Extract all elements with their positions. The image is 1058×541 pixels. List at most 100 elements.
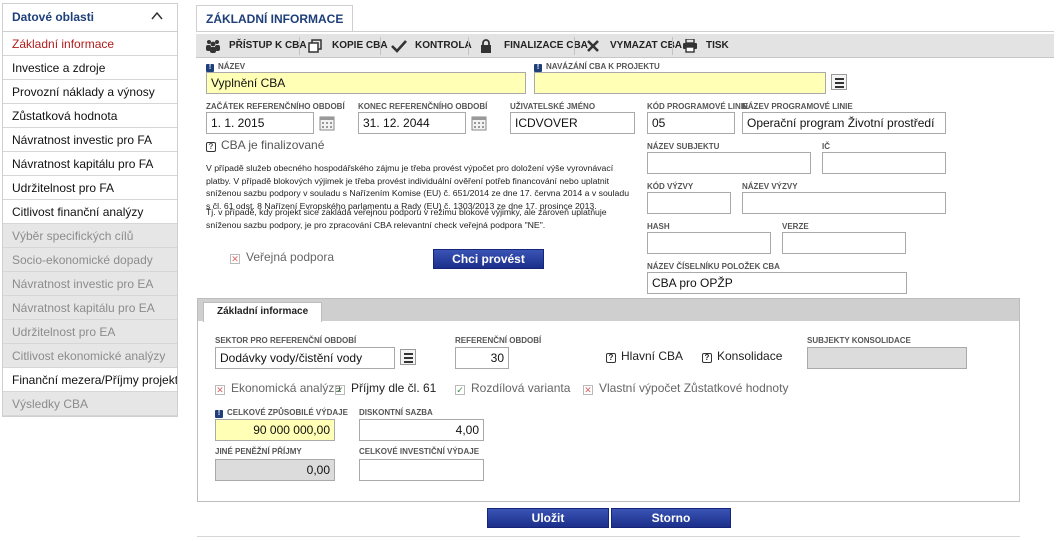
calendar-icon[interactable]: [319, 115, 335, 131]
x-icon: ✕: [583, 385, 593, 395]
other-income-input: 0,00: [215, 459, 335, 481]
end-period-input[interactable]: 31. 12. 2044: [358, 112, 466, 134]
consolidation-flag: ? Konsolidace: [702, 349, 782, 363]
eligible-expenses-label: ! CELKOVÉ ZPŮSOBILÉ VÝDAJE: [215, 408, 348, 418]
total-investment-label: CELKOVÉ INVESTIČNÍ VÝDAJE: [359, 447, 480, 456]
sidebar-item[interactable]: Investice a zdroje: [3, 56, 177, 80]
reference-period-input[interactable]: 30: [455, 347, 509, 369]
call-name-label: NÁZEV VÝZVY: [742, 182, 798, 191]
other-income-label: JINÉ PENĚŽNÍ PŘÍJMY: [215, 447, 302, 456]
info-paragraph: V případě služeb obecného hospodářského …: [206, 163, 630, 230]
sidebar-item: Socio-ekonomické dopady: [3, 248, 177, 272]
sidebar-item[interactable]: Návratnost kapitálu pro FA: [3, 152, 177, 176]
sidebar: Datové oblasti Základní informace Investi…: [2, 3, 178, 417]
hash-input: [647, 232, 771, 254]
x-icon: ✕: [230, 254, 240, 264]
finalized-status: ? CBA je finalizované: [206, 138, 324, 152]
list-picker-icon[interactable]: [400, 349, 416, 365]
end-period-label: KONEC REFERENČNÍHO OBDOBÍ: [358, 102, 488, 111]
request-change-button[interactable]: Chci provést změnu: [433, 249, 544, 284]
start-period-input[interactable]: 1. 1. 2015: [206, 112, 314, 134]
discount-rate-input[interactable]: 4,00: [359, 419, 484, 441]
sidebar-item[interactable]: Finanční mezera/Příjmy projektu: [3, 368, 177, 392]
tab-zakladni-informace[interactable]: ZÁKLADNÍ INFORMACE: [196, 5, 354, 32]
required-icon: !: [534, 64, 542, 72]
username-label: UŽIVATELSKÉ JMÉNO: [510, 102, 596, 111]
checkmark-icon: ✓: [335, 385, 345, 395]
differential-variant-checkbox[interactable]: ✓ Rozdílová varianta: [455, 381, 570, 395]
version-input: [782, 232, 906, 254]
call-name-input: [742, 192, 946, 214]
sidebar-item: Výsledky CBA: [3, 392, 177, 416]
consolidation-subjects-label: SUBJEKTY KONSOLIDACE: [807, 336, 911, 345]
name-label: ! NÁZEV: [206, 62, 245, 72]
program-code-input: 05: [647, 112, 735, 134]
required-icon: !: [206, 64, 214, 72]
calendar-icon[interactable]: [471, 115, 487, 131]
toolbar-divider: [380, 37, 381, 55]
sidebar-item: Citlivost ekonomické analýzy: [3, 344, 177, 368]
users-icon: [206, 40, 220, 53]
tab-basic-info[interactable]: Základní informace: [203, 302, 323, 322]
chevron-up-icon[interactable]: [151, 10, 163, 22]
version-label: VERZE: [782, 222, 809, 231]
hash-label: HASH: [647, 222, 670, 231]
checkmark-icon: [391, 40, 407, 53]
copy-cba-button[interactable]: KOPIE CBA: [308, 34, 388, 58]
program-name-label: NÁZEV PROGRAMOVÉ LINIE: [742, 102, 853, 111]
printer-icon: [683, 39, 697, 53]
name-input[interactable]: Vyplnění CBA: [206, 72, 526, 94]
economic-analysis-checkbox[interactable]: ✕ Ekonomická analýza: [215, 381, 341, 395]
checkmark-icon: ✓: [455, 385, 465, 395]
catalog-input: CBA pro OPŽP: [647, 272, 907, 294]
print-button[interactable]: TISK: [682, 34, 732, 58]
own-residual-value-checkbox[interactable]: ✕ Vlastní výpočet Zůstatkové hodnoty: [583, 381, 788, 395]
link-cba-label: ! NAVÁZÁNÍ CBA K PROJEKTU: [534, 62, 660, 72]
toolbar-divider: [299, 37, 300, 55]
call-code-input: [647, 192, 731, 214]
sector-select[interactable]: Dodávky vody/čistění vody: [215, 347, 395, 369]
finalize-cba-label: FINALIZACE CBA: [504, 40, 588, 51]
sidebar-title: Datové oblasti: [12, 10, 95, 24]
access-cba-button[interactable]: PŘÍSTUP K CBA: [205, 34, 307, 58]
catalog-label: NÁZEV ČÍSELNÍKU POLOŽEK CBA: [647, 262, 780, 271]
program-code-label: KÓD PROGRAMOVÉ LINIE: [647, 102, 749, 111]
discount-rate-label: DISKONTNÍ SAZBA: [359, 408, 433, 417]
eligible-expenses-input[interactable]: 90 000 000,00: [215, 419, 335, 441]
income-art61-checkbox[interactable]: ✓ Příjmy dle čl. 61: [335, 381, 436, 395]
subject-name-input: [647, 152, 811, 174]
ic-input: [822, 152, 946, 174]
help-icon: ?: [606, 353, 616, 363]
list-picker-icon[interactable]: [831, 74, 847, 90]
call-code-label: KÓD VÝZVY: [647, 182, 694, 191]
print-label: TISK: [706, 40, 729, 51]
username-input: ICDVOVER: [510, 112, 635, 134]
total-investment-input[interactable]: [359, 459, 484, 481]
sidebar-item[interactable]: Zůstatková hodnota: [3, 104, 177, 128]
sidebar-item: Výběr specifických cílů: [3, 224, 177, 248]
start-period-label: ZAČÁTEK REFERENČNÍHO OBDOBÍ: [206, 102, 345, 111]
toolbar-divider: [672, 37, 673, 55]
toolbar-divider: [468, 37, 469, 55]
sidebar-item[interactable]: Udržitelnost pro FA: [3, 176, 177, 200]
cancel-button[interactable]: Storno: [611, 508, 731, 528]
sidebar-item[interactable]: Citlivost finanční analýzy: [3, 200, 177, 224]
main-cba-flag: ? Hlavní CBA: [606, 349, 683, 363]
sidebar-item[interactable]: Základní informace: [3, 32, 177, 56]
link-cba-input[interactable]: [534, 72, 826, 94]
finalize-cba-button[interactable]: FINALIZACE CBA: [480, 34, 588, 58]
subject-name-label: NÁZEV SUBJEKTU: [647, 142, 720, 151]
sidebar-header[interactable]: Datové oblasti: [3, 4, 177, 32]
check-button[interactable]: KONTROLA: [391, 34, 472, 58]
reference-period-label: REFERENČNÍ OBDOBÍ: [455, 336, 542, 345]
help-icon: ?: [206, 142, 216, 152]
consolidation-subjects-input: [807, 347, 967, 369]
sidebar-item[interactable]: Návratnost investic pro FA: [3, 128, 177, 152]
delete-cba-button[interactable]: VYMAZAT CBA: [586, 34, 682, 58]
sidebar-item: Udržitelnost pro EA: [3, 320, 177, 344]
sidebar-list: Základní informace Investice a zdroje Prov…: [3, 32, 177, 416]
public-support-checkbox[interactable]: ✕ Veřejná podpora: [230, 250, 334, 264]
save-button[interactable]: Uložit: [487, 508, 609, 528]
sidebar-item[interactable]: Provozní náklady a výnosy: [3, 80, 177, 104]
toolbar-divider: [574, 37, 575, 55]
